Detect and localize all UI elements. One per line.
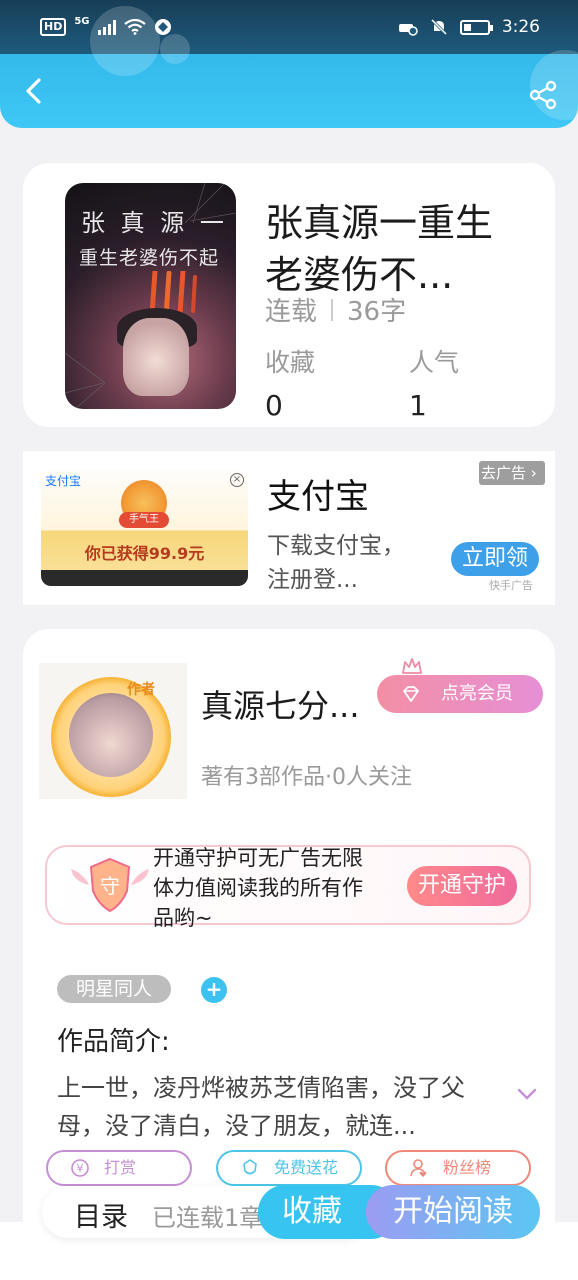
remove-ad-button[interactable]: 去广告 › [479, 461, 545, 485]
fan-user-icon [410, 1159, 427, 1177]
back-icon[interactable] [18, 74, 52, 108]
author-works-info: 著有3部作品·0人关注 [201, 765, 412, 790]
battery-icon [459, 19, 493, 35]
ad-image-close-icon[interactable]: × [230, 473, 244, 487]
hd-badge: HD [40, 18, 67, 36]
ad-banner[interactable]: 支付宝 × 手气王 你已获得99.9元 支付宝 下载支付宝，注册登... 去广告… [23, 451, 555, 605]
author-avatar-frame[interactable]: 作者 [39, 663, 187, 799]
favorites-value: 0 [265, 389, 283, 422]
nav-bar [0, 54, 578, 128]
fan-rank-label: 粉丝榜 [443, 1158, 492, 1177]
ad-badge: 手气王 [119, 512, 169, 528]
add-tag-button[interactable]: + [201, 977, 227, 1003]
vip-button[interactable]: 点亮会员 [377, 675, 543, 713]
ad-cta-button[interactable]: 立即领 [451, 542, 539, 576]
author-avatar: 作者 [51, 677, 171, 797]
tip-label: 打赏 [104, 1158, 137, 1177]
mute-bell-icon [430, 18, 447, 36]
genre-tag[interactable]: 明星同人 [57, 975, 171, 1003]
flower-icon [243, 1159, 257, 1175]
author-card: 作者 真源七分... 点亮会员 著有3部作品·0人关注 守 开通守护可无广告无限… [23, 629, 555, 1249]
ad-prize-text: 你已获得99.9元 [84, 544, 205, 563]
header: HD 5G 3:26 [0, 0, 578, 128]
guard-promo[interactable]: 守 开通守护可无广告无限体力值阅读我的所有作品哟~ 开通守护 [45, 845, 531, 927]
author-name[interactable]: 真源七分... [201, 681, 360, 727]
car-mode-icon [398, 24, 418, 36]
share-icon[interactable] [528, 80, 558, 110]
spider-web-icon [65, 183, 236, 409]
book-meta: 连载 36字 [265, 291, 406, 328]
guard-icon-text: 守 [100, 874, 120, 898]
author-badge: 作者 [127, 682, 155, 698]
ad-source: 快手广告 [489, 579, 533, 592]
coin-icon: ¥ [71, 1159, 89, 1177]
guard-shield-icon: 守 [71, 857, 149, 913]
book-cover[interactable]: 张 真 源 一 重生老婆伤不起 [65, 183, 236, 409]
network-label: 5G [74, 16, 90, 27]
popularity-label: 人气 [409, 348, 460, 377]
ad-title: 支付宝 [267, 477, 369, 517]
chevron-down-icon[interactable] [517, 1087, 537, 1101]
crown-icon [402, 658, 422, 674]
book-info-card: 张 真 源 一 重生老婆伤不起 张真源一重生老婆伤不... 连载 36字 收藏 … [23, 163, 555, 427]
author-portrait [69, 693, 153, 777]
ad-image[interactable]: 支付宝 × 手气王 你已获得99.9元 [41, 470, 248, 586]
ad-description: 下载支付宝，注册登... [267, 533, 405, 593]
vip-button-label: 点亮会员 [441, 683, 513, 704]
chapter-count: 已连载1章 [152, 1204, 264, 1232]
word-count: 36字 [347, 297, 407, 327]
status-bar: HD 5G 3:26 [0, 0, 578, 54]
ad-app-logo: 支付宝 [45, 474, 82, 488]
send-flower-label: 免费送花 [274, 1158, 339, 1177]
intro-title: 作品简介: [57, 1027, 170, 1057]
intro-text: 上一世，凌丹烨被苏芝倩陷害，没了父母，没了清白，没了朋友，就连... [57, 1074, 465, 1140]
tip-button[interactable]: ¥ 打赏 [46, 1150, 192, 1186]
favorites-label: 收藏 [265, 348, 316, 377]
start-reading-button[interactable]: 开始阅读 [366, 1185, 540, 1239]
toc-label[interactable]: 目录 [74, 1195, 128, 1234]
guard-button[interactable]: 开通守护 [407, 866, 517, 906]
guard-text: 开通守护可无广告无限体力值阅读我的所有作品哟~ [153, 846, 363, 927]
clock: 3:26 [501, 17, 540, 37]
book-status: 连载 [265, 297, 318, 327]
divider [331, 298, 334, 321]
send-flower-button[interactable]: 免费送花 [216, 1150, 362, 1186]
popularity-value: 1 [409, 389, 427, 422]
remove-ad-label: 去广告 [481, 464, 527, 482]
svg-text:¥: ¥ [77, 1162, 84, 1175]
book-title: 张真源一重生老婆伤不... [265, 201, 494, 297]
diamond-icon [403, 686, 419, 702]
fan-rank-button[interactable]: 粉丝榜 [385, 1150, 531, 1186]
